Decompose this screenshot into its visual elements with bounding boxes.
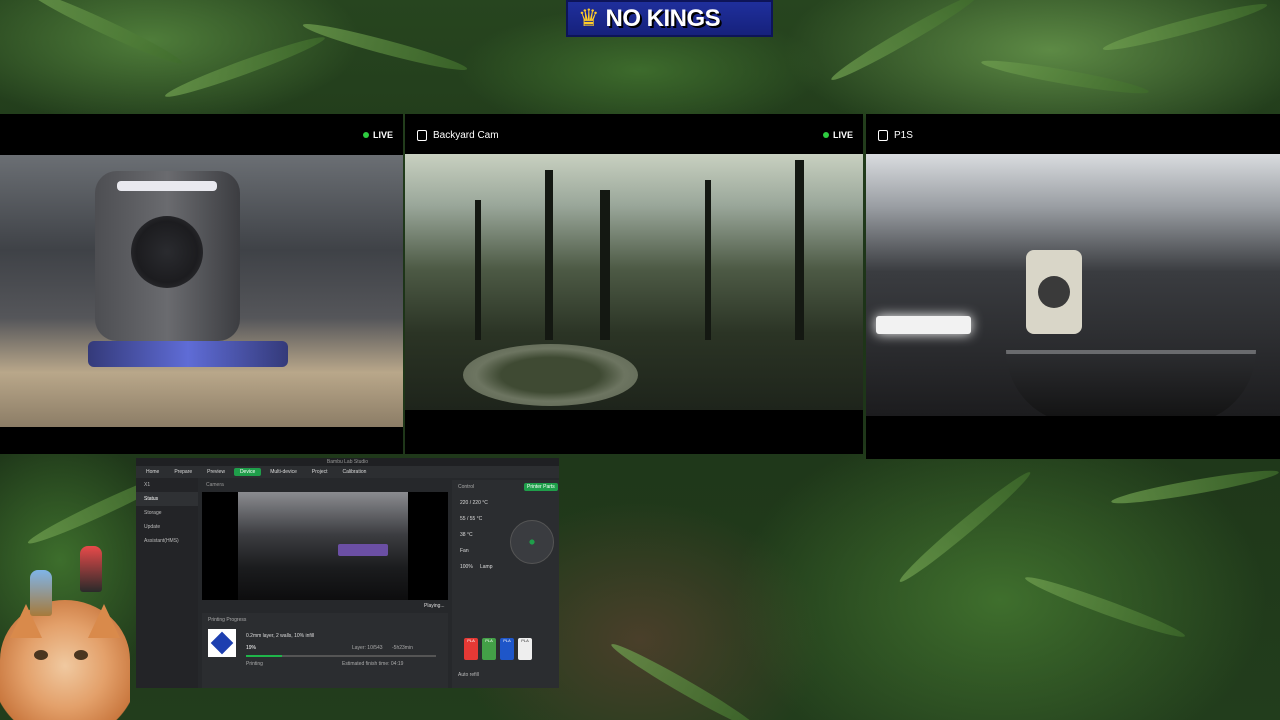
- model-thumbnail: [208, 629, 236, 657]
- nozzle-temp[interactable]: 220 / 220 °C: [460, 500, 488, 506]
- playing-status: Playing...: [424, 603, 445, 609]
- ams-spool-4[interactable]: PLA: [518, 638, 532, 660]
- ams-spool-1[interactable]: PLA: [464, 638, 478, 660]
- camera-feed[interactable]: [405, 154, 863, 410]
- window-titlebar: Bambu Lab Studio: [136, 458, 559, 466]
- print-part: [338, 544, 388, 556]
- chamber-temp: 38 °C: [460, 532, 473, 538]
- progress-bar: [246, 655, 436, 657]
- ams-spool-2[interactable]: PLA: [482, 638, 496, 660]
- device-sidebar: X1 Status Storage Update Assistant(HMS): [136, 478, 198, 688]
- camera-panel-backyard: Backyard Cam LIVE: [405, 114, 863, 454]
- speed-value[interactable]: 100%: [460, 564, 473, 570]
- camera-feed[interactable]: [0, 155, 403, 427]
- control-label: Control: [458, 484, 475, 490]
- nozzle-assembly: [88, 341, 288, 367]
- light-bar: [876, 316, 971, 334]
- camera-title: Backyard Cam: [417, 129, 499, 141]
- camera-icon: [878, 129, 888, 141]
- printing-progress-panel: Printing Progress 0.2mm layer, 2 walls, …: [202, 613, 448, 688]
- jog-control-pad[interactable]: [510, 520, 554, 564]
- tab-preview[interactable]: Preview: [201, 468, 231, 476]
- main-tabs: Home Prepare Preview Device Multi-device…: [136, 466, 559, 478]
- fan-label[interactable]: Fan: [460, 548, 469, 554]
- chess-piece-icon: [80, 546, 102, 592]
- tab-device[interactable]: Device: [233, 468, 262, 476]
- time-remaining: -5h23min: [392, 645, 413, 651]
- camera-title: P1S: [878, 129, 913, 141]
- sidebar-item-update[interactable]: Update: [136, 520, 198, 534]
- printer-select[interactable]: X1: [136, 478, 198, 492]
- control-panel: Control Printer Parts 220 / 220 °C 55 / …: [452, 480, 559, 688]
- sidebar-item-status[interactable]: Status: [136, 492, 198, 506]
- camera-icon: [417, 129, 427, 141]
- printed-bowl: [1006, 350, 1256, 416]
- printer-camera-view[interactable]: [202, 492, 448, 600]
- sidebar-item-storage[interactable]: Storage: [136, 506, 198, 520]
- live-badge: LIVE: [822, 130, 853, 140]
- ams-spool-3[interactable]: PLA: [500, 638, 514, 660]
- live-dot-icon: [362, 132, 369, 138]
- fire-pit: [463, 344, 638, 406]
- layer-count: Layer: 10/543: [352, 645, 383, 651]
- progress-header: Printing Progress: [208, 617, 247, 623]
- tab-calibration[interactable]: Calibration: [336, 468, 372, 476]
- camera-panel-p1s: P1S: [866, 114, 1280, 459]
- tab-multi-device[interactable]: Multi-device: [264, 468, 303, 476]
- tab-prepare[interactable]: Prepare: [168, 468, 198, 476]
- live-badge: LIVE: [362, 130, 393, 140]
- crown-icon: ♛: [578, 4, 600, 32]
- bambu-studio-window: Bambu Lab Studio Home Prepare Preview De…: [136, 458, 559, 688]
- no-kings-logo: ♛ NO KINGS: [566, 0, 773, 37]
- job-description: 0.2mm layer, 2 walls, 10% infill: [246, 633, 315, 639]
- printhead: [1026, 250, 1082, 334]
- lamp-toggle[interactable]: Lamp: [480, 564, 493, 570]
- chess-piece-icon: [30, 570, 52, 616]
- tab-home[interactable]: Home: [140, 468, 165, 476]
- printhead: [95, 171, 240, 341]
- live-dot-icon: [822, 132, 829, 138]
- bed-temp[interactable]: 55 / 55 °C: [460, 516, 482, 522]
- kitten-avatar: [0, 600, 130, 720]
- camera-panel-printer-1: LIVE: [0, 114, 403, 454]
- camera-feed[interactable]: [866, 154, 1280, 416]
- finish-time: Estimated finish time: 04:19: [342, 661, 404, 667]
- camera-label: Camera: [206, 482, 224, 488]
- print-state: Printing: [246, 661, 263, 667]
- logo-text: NO KINGS: [605, 4, 721, 32]
- progress-percent: 19%: [246, 645, 257, 651]
- auto-refill-button[interactable]: Auto refill: [458, 672, 479, 678]
- tab-project[interactable]: Project: [306, 468, 334, 476]
- printer-parts-button[interactable]: Printer Parts: [524, 483, 558, 491]
- sidebar-item-assistant[interactable]: Assistant(HMS): [136, 534, 198, 548]
